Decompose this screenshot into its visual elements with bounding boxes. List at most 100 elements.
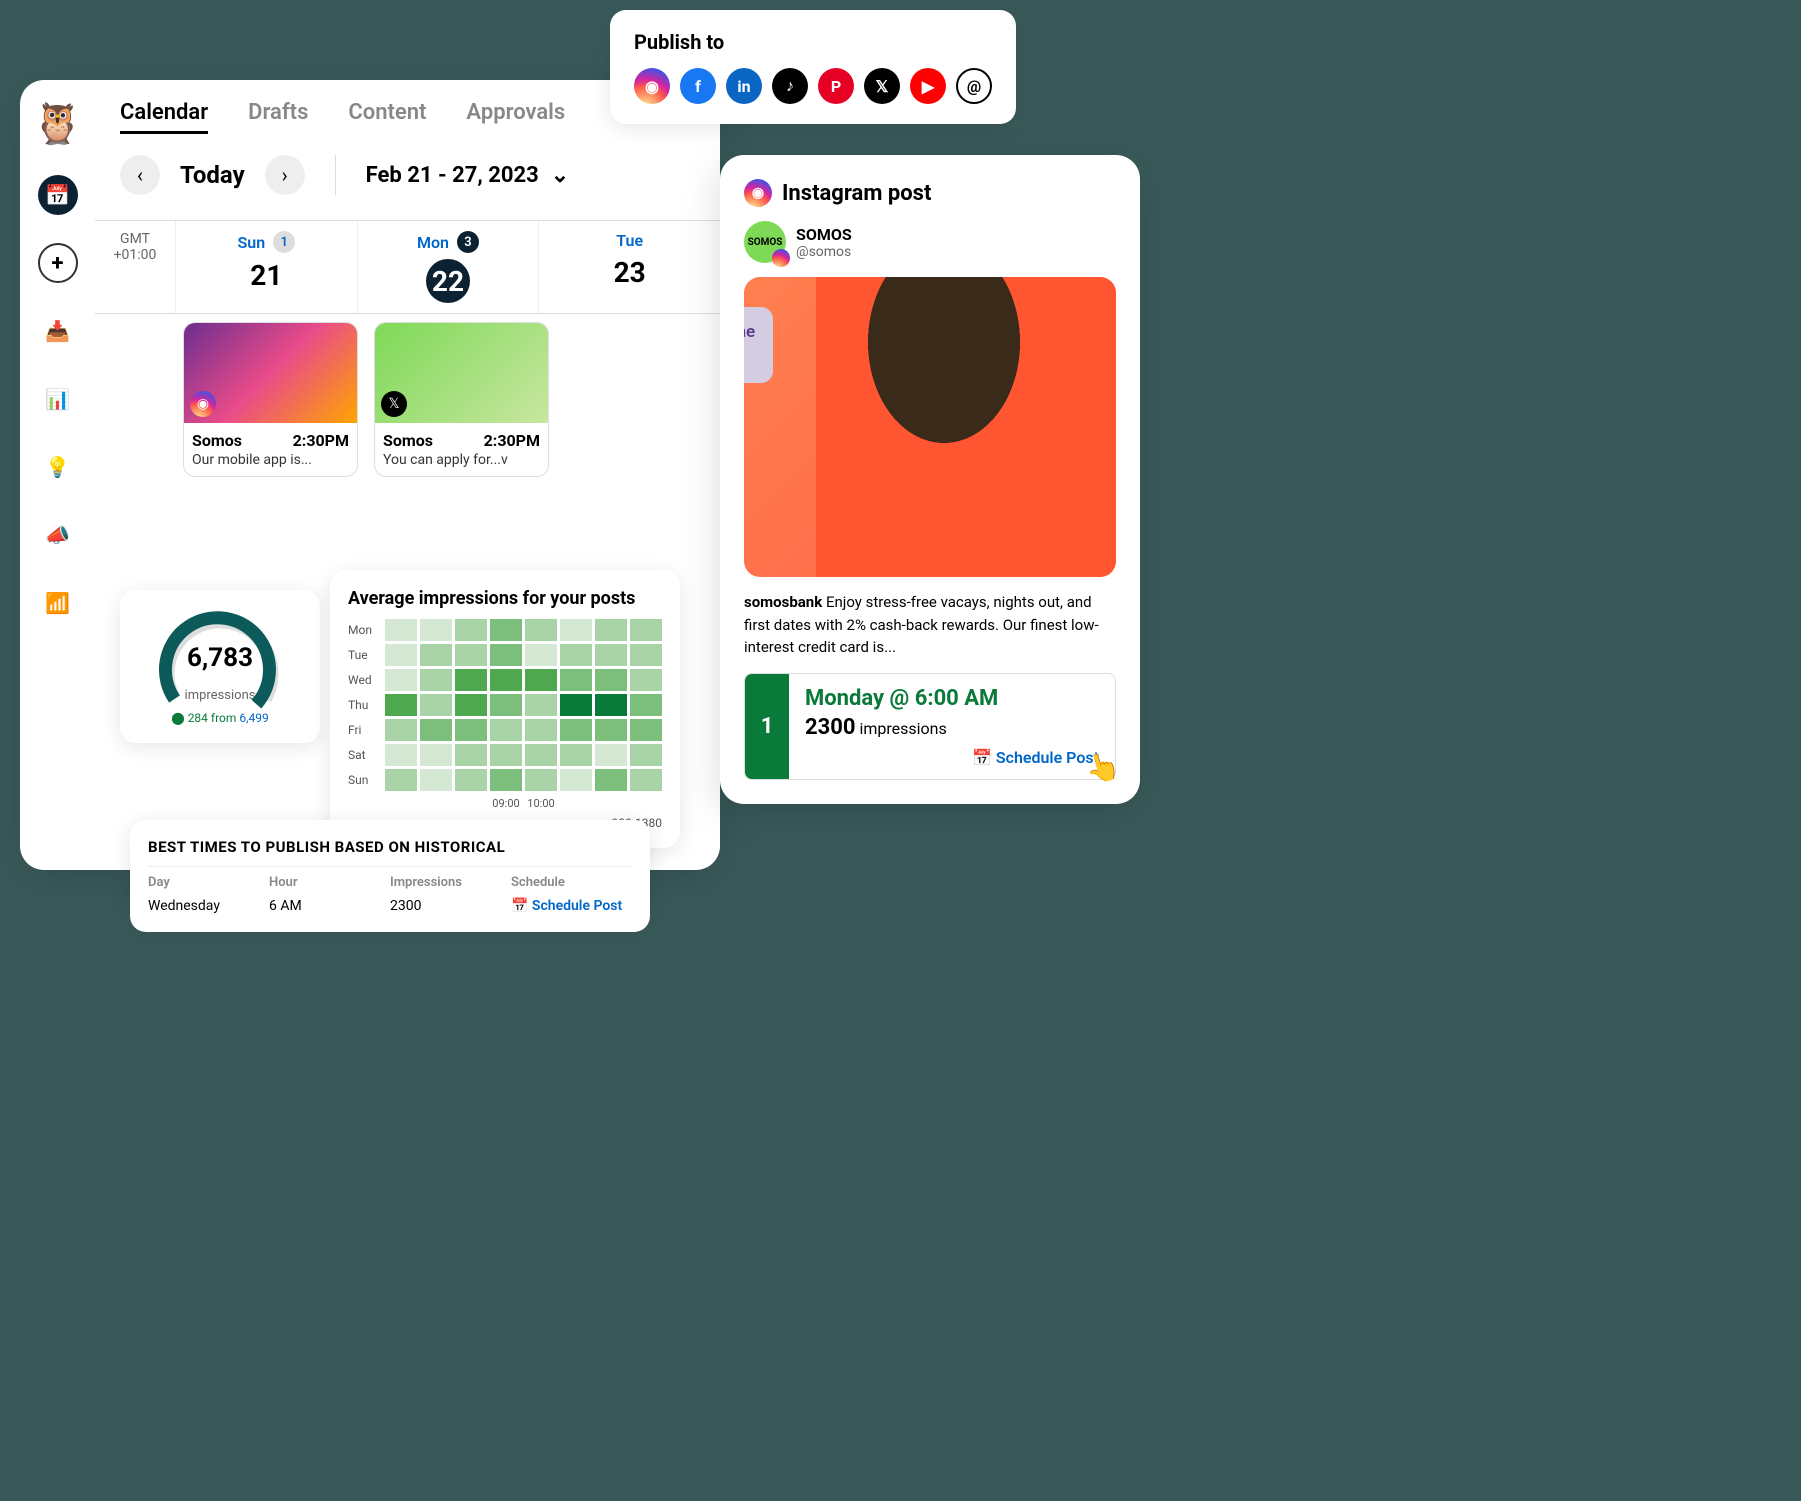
heatmap-cell[interactable]: [420, 719, 452, 741]
heatmap-cell[interactable]: [630, 744, 662, 766]
day-badge: 3: [457, 231, 479, 253]
heatmap-cell[interactable]: [595, 744, 627, 766]
heatmap-cell[interactable]: [455, 669, 487, 691]
heatmap-cell[interactable]: [630, 769, 662, 791]
schedule-post-link[interactable]: 📅 Schedule Post: [511, 898, 632, 914]
threads-icon[interactable]: @: [956, 68, 992, 104]
heatmap-cell[interactable]: [385, 694, 417, 716]
instagram-icon[interactable]: ◉: [634, 68, 670, 104]
heatmap-cell[interactable]: [560, 644, 592, 666]
heatmap-cell[interactable]: [525, 619, 557, 641]
heatmap-cell[interactable]: [490, 619, 522, 641]
owl-logo-icon: 🦉: [33, 100, 83, 147]
heatmap-cell[interactable]: [455, 719, 487, 741]
date-range-picker[interactable]: Feb 21 - 27, 2023⌄: [366, 163, 569, 188]
heatmap-cell[interactable]: [595, 619, 627, 641]
scheduled-post-card[interactable]: ◉ Somos2:30PM Our mobile app is...: [183, 322, 358, 477]
heatmap-cell[interactable]: [595, 644, 627, 666]
inspiration-icon[interactable]: 💡: [38, 447, 78, 487]
impressions-gauge-card: 6,783 impressions ⬤ 284 from 6,499: [120, 590, 320, 743]
day-badge: 1: [273, 231, 295, 253]
heatmap-cell[interactable]: [525, 669, 557, 691]
heatmap-cell[interactable]: [385, 744, 417, 766]
timezone-label: GMT +01:00: [95, 221, 175, 313]
heatmap-cell[interactable]: [630, 644, 662, 666]
heatmap-cell[interactable]: [455, 694, 487, 716]
heatmap-cell[interactable]: [420, 744, 452, 766]
heatmap-cell[interactable]: [595, 719, 627, 741]
linkedin-icon[interactable]: in: [726, 68, 762, 104]
tab-content[interactable]: Content: [348, 100, 426, 134]
next-button[interactable]: ›: [265, 155, 305, 195]
facebook-icon[interactable]: f: [680, 68, 716, 104]
heatmap-cell[interactable]: [455, 619, 487, 641]
heatmap-cell[interactable]: [420, 694, 452, 716]
heatmap-cell[interactable]: [525, 694, 557, 716]
compose-icon[interactable]: +: [38, 243, 78, 283]
calendar-nav-icon[interactable]: 📅: [38, 175, 78, 215]
day-col-sun[interactable]: Sun1 21: [175, 221, 357, 313]
publish-to-card: Publish to ◉ f in ♪ P 𝕏 ▶ @: [610, 10, 1016, 124]
heatmap-cell[interactable]: [420, 669, 452, 691]
preview-image: Recommended time 2:30 PM: [744, 277, 1116, 577]
heatmap-cell[interactable]: [560, 619, 592, 641]
heatmap-cell[interactable]: [385, 669, 417, 691]
heatmap-cell[interactable]: [490, 644, 522, 666]
heatmap-cell[interactable]: [490, 669, 522, 691]
heatmap-cell[interactable]: [490, 694, 522, 716]
youtube-icon[interactable]: ▶: [910, 68, 946, 104]
heatmap-cell[interactable]: [420, 769, 452, 791]
day-col-tue[interactable]: Tue 23: [538, 221, 720, 313]
scheduled-post-card[interactable]: 𝕏 Somos2:30PM You can apply for...v: [374, 322, 549, 477]
publish-title: Publish to: [634, 30, 992, 54]
heatmap-cell[interactable]: [420, 644, 452, 666]
heatmap-cell[interactable]: [560, 719, 592, 741]
heatmap-cell[interactable]: [385, 769, 417, 791]
heatmap-cell[interactable]: [525, 744, 557, 766]
heatmap-cell[interactable]: [630, 694, 662, 716]
profile-header: SOMOS SOMOS @somos: [744, 221, 1116, 263]
instagram-icon: ◉: [190, 391, 216, 417]
profile-name: SOMOS: [796, 225, 852, 244]
heatmap-cell[interactable]: [385, 719, 417, 741]
pinterest-icon[interactable]: P: [818, 68, 854, 104]
heatmap-cell[interactable]: [455, 644, 487, 666]
schedule-post-button[interactable]: 📅 Schedule Post: [805, 748, 1099, 767]
heatmap-cell[interactable]: [525, 644, 557, 666]
heatmap-cell[interactable]: [560, 744, 592, 766]
heatmap-cell[interactable]: [560, 694, 592, 716]
inbox-icon[interactable]: 📥: [38, 311, 78, 351]
heatmap-cell[interactable]: [490, 769, 522, 791]
heatmap-cell[interactable]: [490, 744, 522, 766]
tiktok-icon[interactable]: ♪: [772, 68, 808, 104]
heatmap-cell[interactable]: [525, 719, 557, 741]
heatmap-cell[interactable]: [630, 619, 662, 641]
heatmap-card: Average impressions for your posts MonTu…: [330, 570, 680, 848]
tab-calendar[interactable]: Calendar: [120, 100, 208, 134]
heatmap-cell[interactable]: [525, 769, 557, 791]
heatmap-cell[interactable]: [385, 619, 417, 641]
heatmap-cell[interactable]: [560, 769, 592, 791]
day-col-mon[interactable]: Mon3 22: [357, 221, 539, 313]
heatmap-cell[interactable]: [420, 619, 452, 641]
prev-button[interactable]: ‹: [120, 155, 160, 195]
x-twitter-icon[interactable]: 𝕏: [864, 68, 900, 104]
heatmap-cell[interactable]: [630, 719, 662, 741]
heatmap-cell[interactable]: [595, 769, 627, 791]
tab-drafts[interactable]: Drafts: [248, 100, 308, 134]
heatmap-cell[interactable]: [455, 744, 487, 766]
amplify-icon[interactable]: 📣: [38, 515, 78, 555]
heatmap-cell[interactable]: [595, 669, 627, 691]
heatmap-cell[interactable]: [490, 719, 522, 741]
heatmap-cell[interactable]: [595, 694, 627, 716]
heatmap-cell[interactable]: [630, 669, 662, 691]
analytics-icon[interactable]: 📊: [38, 379, 78, 419]
avatar: SOMOS: [744, 221, 786, 263]
heatmap-cell[interactable]: [385, 644, 417, 666]
heatmap-cell[interactable]: [560, 669, 592, 691]
recommended-time-tooltip: Recommended time 2:30 PM: [744, 307, 773, 383]
today-button[interactable]: Today: [180, 161, 245, 189]
tab-approvals[interactable]: Approvals: [466, 100, 565, 134]
advertise-icon[interactable]: 📶: [38, 583, 78, 623]
heatmap-cell[interactable]: [455, 769, 487, 791]
